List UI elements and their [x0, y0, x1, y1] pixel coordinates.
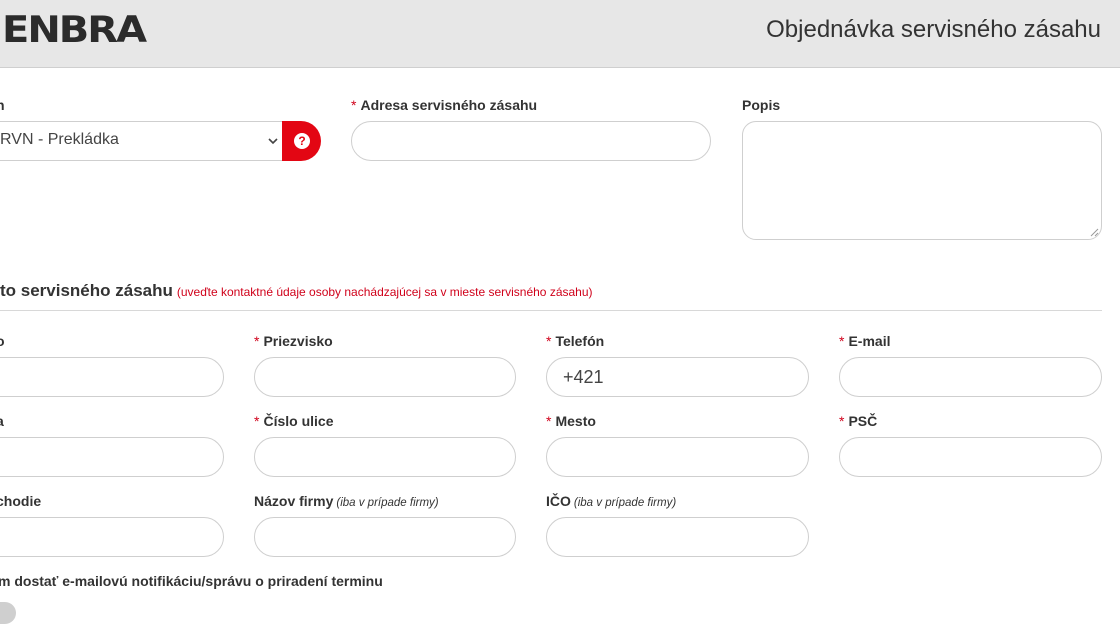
- last-name-input[interactable]: [254, 357, 516, 397]
- shop-label: chodie: [0, 493, 42, 509]
- notify-toggle[interactable]: [0, 602, 16, 624]
- email-input[interactable]: [839, 357, 1102, 397]
- city-input[interactable]: [546, 437, 809, 477]
- page-title: Objednávka servisného zásahu: [766, 16, 1101, 43]
- address-input[interactable]: [351, 121, 711, 161]
- contact-section-note: (uveďte kontaktné údaje osoby nachádzajú…: [176, 285, 593, 299]
- last-name-label: * Priezvisko: [254, 333, 333, 349]
- company-input[interactable]: [254, 517, 516, 557]
- chevron-down-icon[interactable]: [266, 134, 280, 148]
- zip-input[interactable]: [839, 437, 1102, 477]
- header-bar: ENBRA Objednávka servisného zásahu: [0, 0, 1120, 68]
- question-icon: ?: [294, 133, 310, 149]
- phone-label: * Telefón: [546, 333, 605, 349]
- email-label: * E-mail: [839, 333, 891, 349]
- street-input[interactable]: [0, 437, 224, 477]
- shop-input[interactable]: [0, 517, 224, 557]
- help-button[interactable]: ?: [282, 121, 321, 161]
- ico-label: IČO (iba v prípade firmy): [546, 493, 677, 509]
- enbra-logo[interactable]: ENBRA: [2, 9, 147, 51]
- first-name-label: o: [0, 333, 5, 349]
- street-number-input[interactable]: [254, 437, 516, 477]
- first-name-input[interactable]: [0, 357, 224, 397]
- street-number-label: * Číslo ulice: [254, 413, 334, 429]
- description-label: Popis: [742, 97, 781, 113]
- phone-input[interactable]: [546, 357, 809, 397]
- service-type-label: n: [0, 97, 5, 113]
- ico-input[interactable]: [546, 517, 809, 557]
- notify-label: m dostať e-mailovú notifikáciu/správu o …: [0, 573, 383, 589]
- company-label: Názov firmy (iba v prípade firmy): [254, 493, 439, 509]
- street-label: a: [0, 413, 4, 429]
- contact-section-title: to servisného zásahu (uveďte kontaktné úd…: [0, 281, 593, 300]
- city-label: * Mesto: [546, 413, 596, 429]
- section-divider: [0, 310, 1102, 311]
- service-type-value: RVN - Prekládka: [0, 131, 119, 148]
- description-textarea[interactable]: [742, 121, 1102, 240]
- resize-grip-icon[interactable]: [1090, 228, 1099, 237]
- address-label: * Adresa servisného zásahu: [351, 97, 538, 113]
- zip-label: * PSČ: [839, 413, 878, 429]
